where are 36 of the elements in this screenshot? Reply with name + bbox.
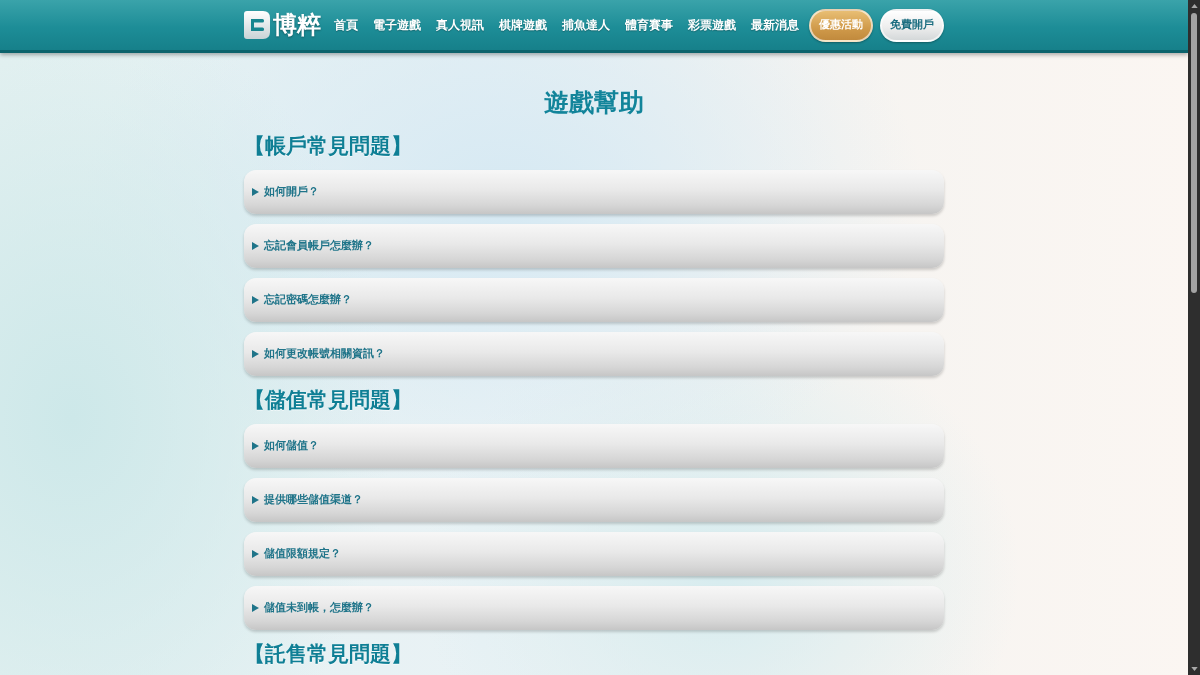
scrollbar[interactable] [1188, 0, 1200, 675]
faq-question: 儲值限額規定？ [264, 547, 341, 561]
nav-link[interactable]: 首頁 [334, 17, 358, 33]
faq-item[interactable]: 儲值未到帳，怎麼辦？ [244, 586, 944, 630]
faq-item[interactable]: 儲值限額規定？ [244, 532, 944, 576]
logo-icon [244, 11, 270, 39]
faq-item[interactable]: 提供哪些儲值渠道？ [244, 478, 944, 522]
faq-item[interactable]: 如何更改帳號相關資訊？ [244, 332, 944, 376]
section-heading: 【儲值常見問題】 [244, 387, 413, 414]
scroll-down-icon[interactable] [1190, 667, 1198, 671]
scroll-up-icon[interactable] [1190, 4, 1198, 8]
nav-link[interactable]: 體育賽事 [625, 17, 673, 33]
faq-item[interactable]: 忘記會員帳戶怎麼辦？ [244, 224, 944, 268]
nav-link[interactable]: 棋牌遊戲 [499, 17, 547, 33]
faq-question: 如何開戶？ [264, 185, 319, 199]
promo-button[interactable]: 優惠活動 [809, 8, 873, 42]
scrollbar-thumb[interactable] [1191, 13, 1197, 293]
faq-question: 忘記密碼怎麼辦？ [264, 293, 352, 307]
nav-link[interactable]: 真人視訊 [436, 17, 484, 33]
section-heading: 【帳戶常見問題】 [244, 133, 413, 160]
faq-question: 儲值未到帳，怎麼辦？ [264, 601, 374, 615]
faq-item[interactable]: 忘記密碼怎麼辦？ [244, 278, 944, 322]
faq-item[interactable]: 如何儲值？ [244, 424, 944, 468]
signup-button[interactable]: 免費開戶 [880, 8, 944, 42]
nav-link[interactable]: 電子遊戲 [373, 17, 421, 33]
faq-question: 如何更改帳號相關資訊？ [264, 347, 385, 361]
section-heading: 【託售常見問題】 [244, 641, 413, 668]
nav-link[interactable]: 最新消息 [751, 17, 799, 33]
page-title: 遊戲幫助 [543, 88, 645, 118]
faq-item[interactable]: 如何開戶？ [244, 170, 944, 214]
nav-link[interactable]: 彩票遊戲 [688, 17, 736, 33]
faq-question: 提供哪些儲值渠道？ [264, 493, 363, 507]
logo-link[interactable]: 博粹 [244, 10, 321, 40]
faq-question: 忘記會員帳戶怎麼辦？ [264, 239, 374, 253]
faq-question: 如何儲值？ [264, 439, 319, 453]
nav-link[interactable]: 捕魚達人 [562, 17, 610, 33]
